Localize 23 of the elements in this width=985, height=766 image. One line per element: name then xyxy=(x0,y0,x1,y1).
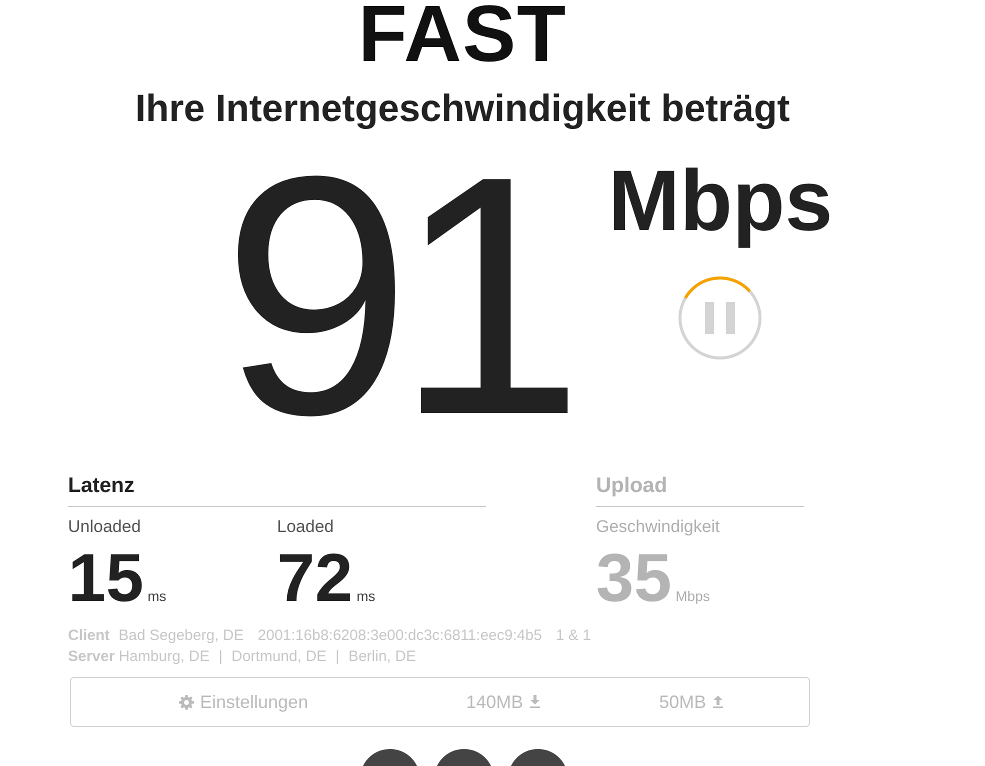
metric-label: Unloaded xyxy=(68,517,142,537)
settings-icon xyxy=(179,694,194,710)
metric-label: Geschwindigkeit xyxy=(596,517,721,537)
upload-icon xyxy=(712,695,724,709)
separator: | xyxy=(218,647,222,667)
metric-value: 72 xyxy=(277,543,353,613)
metric-unit: Mbps xyxy=(676,588,710,604)
heading: Ihre Internetgeschwindigkeit beträgt xyxy=(134,87,791,132)
separator: | xyxy=(336,647,340,667)
speed-unit: Mbps xyxy=(608,156,833,246)
download-icon xyxy=(529,695,542,709)
metric-unit: ms xyxy=(356,588,376,604)
settings-button[interactable]: Einstellungen xyxy=(179,692,308,712)
speed-value: 91 xyxy=(222,136,568,456)
upload-size: 50MB xyxy=(659,692,706,712)
metric-value: 15 xyxy=(68,543,144,613)
section-title: Upload xyxy=(596,474,804,507)
metric-unit: ms xyxy=(148,588,166,604)
logo: FAST xyxy=(357,0,568,74)
download-size: 140MB xyxy=(466,692,524,712)
metric-value: 35 xyxy=(596,543,672,613)
section-title: Latenz xyxy=(68,474,486,507)
metric-label: Loaded xyxy=(277,517,335,537)
